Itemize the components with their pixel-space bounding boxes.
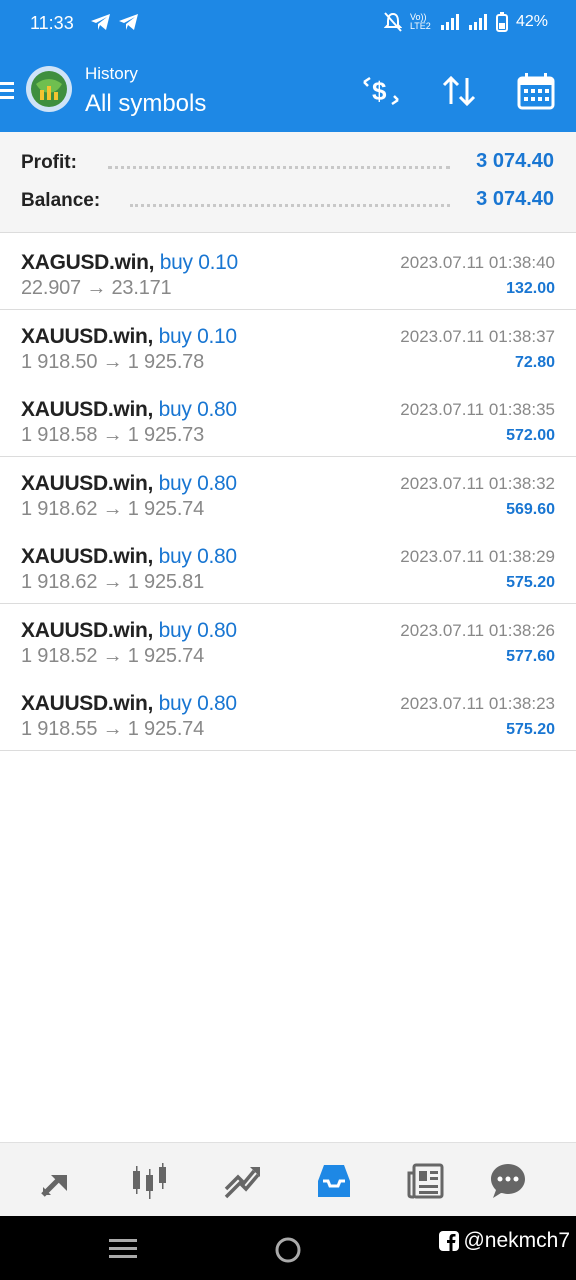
messages-icon[interactable] — [488, 1161, 528, 1201]
profit-dots — [108, 162, 450, 169]
trade-side: buy 0.10 — [159, 251, 238, 274]
symbol-text: XAUUSD.win, — [21, 325, 154, 348]
page-title[interactable]: All symbols — [85, 90, 206, 118]
network-type: Vo)) LTE2 — [409, 12, 431, 31]
telegram-icon — [119, 14, 138, 30]
trade-side: buy 0.10 — [158, 325, 237, 348]
trade-row[interactable]: XAUUSD.win, buy 0.80 1 918.55 → 1 925.74… — [0, 677, 576, 751]
symbol-text: XAGUSD.win, — [21, 251, 155, 274]
trade-time: 2023.07.11 01:38:32 — [400, 474, 555, 493]
mute-icon — [383, 12, 402, 32]
trade-row[interactable]: XAUUSD.win, buy 0.80 1 918.58 → 1 925.73… — [0, 383, 576, 457]
news-icon[interactable] — [406, 1161, 446, 1201]
trade-prices: 1 918.58 → 1 925.73 — [21, 424, 205, 446]
symbol-text: XAUUSD.win, — [21, 472, 154, 495]
watermark-text: @nekmch7 — [463, 1229, 570, 1252]
balance-value: 3 074.40 — [476, 188, 554, 210]
profit-row: Profit: 3 074.40 — [0, 148, 576, 178]
profit-label: Profit: — [21, 152, 77, 173]
balance-label: Balance: — [21, 190, 101, 211]
trade-row[interactable]: XAGUSD.win, buy 0.10 22.907 → 23.171 202… — [0, 236, 576, 310]
symbol-text: XAUUSD.win, — [21, 692, 154, 715]
trade-prices: 1 918.50 → 1 925.78 — [21, 351, 205, 373]
symbol-text: XAUUSD.win, — [21, 619, 154, 642]
trade-symbol: XAUUSD.win, buy 0.80 — [21, 619, 237, 643]
trade-symbol: XAUUSD.win, buy 0.10 — [21, 325, 237, 349]
svg-text:$: $ — [372, 76, 387, 106]
history-icon[interactable] — [314, 1161, 354, 1201]
battery-icon — [495, 12, 508, 32]
trade-symbol: XAGUSD.win, buy 0.10 — [21, 251, 238, 275]
system-nav-bar: @nekmch7 — [0, 1216, 576, 1280]
watermark: @nekmch7 — [439, 1229, 570, 1253]
status-icons: Vo)) LTE2 42% — [383, 12, 548, 32]
trade-symbol: XAUUSD.win, buy 0.80 — [21, 472, 237, 496]
status-time: 11:33 — [30, 13, 74, 33]
profit-value: 3 074.40 — [476, 150, 554, 172]
trade-icon[interactable] — [222, 1161, 262, 1201]
balance-dots — [130, 200, 450, 207]
trade-profit: 575.20 — [506, 574, 555, 591]
trade-row[interactable]: XAUUSD.win, buy 0.80 1 918.62 → 1 925.81… — [0, 530, 576, 604]
trade-time: 2023.07.11 01:38:35 — [400, 400, 555, 419]
trade-row[interactable]: XAUUSD.win, buy 0.80 1 918.52 → 1 925.74… — [0, 604, 576, 678]
battery-percent: 42% — [515, 13, 548, 30]
trade-time: 2023.07.11 01:38:26 — [400, 621, 555, 640]
trade-profit: 577.60 — [506, 648, 555, 665]
trade-row[interactable]: XAUUSD.win, buy 0.80 1 918.62 → 1 925.74… — [0, 457, 576, 531]
signal-icon — [440, 14, 459, 30]
trade-side: buy 0.80 — [158, 692, 237, 715]
trade-side: buy 0.80 — [158, 472, 237, 495]
sort-icon[interactable] — [438, 70, 480, 112]
calendar-icon[interactable] — [515, 70, 557, 112]
trade-time: 2023.07.11 01:38:37 — [400, 327, 555, 346]
quotes-icon[interactable] — [37, 1161, 77, 1201]
trade-time: 2023.07.11 01:38:23 — [400, 694, 555, 713]
trade-symbol: XAUUSD.win, buy 0.80 — [21, 692, 237, 716]
account-summary: Profit: 3 074.40 Balance: 3 074.40 — [0, 132, 576, 233]
symbol-text: XAUUSD.win, — [21, 398, 154, 421]
trade-row[interactable]: XAUUSD.win, buy 0.10 1 918.50 → 1 925.78… — [0, 310, 576, 384]
trade-profit: 72.80 — [514, 354, 555, 371]
signal-icon — [468, 14, 487, 30]
trade-profit: 569.60 — [506, 501, 555, 518]
trade-prices: 1 918.62 → 1 925.81 — [21, 571, 205, 593]
symbol-text: XAUUSD.win, — [21, 545, 154, 568]
trade-prices: 1 918.55 → 1 925.74 — [21, 718, 205, 740]
app-bar: History All symbols $ — [0, 50, 576, 132]
page-subtitle: History — [85, 64, 138, 83]
trade-prices: 1 918.62 → 1 925.74 — [21, 498, 205, 520]
trade-side: buy 0.80 — [158, 545, 237, 568]
facebook-icon — [439, 1231, 460, 1251]
trade-prices: 1 918.52 → 1 925.74 — [21, 645, 205, 667]
trade-side: buy 0.80 — [158, 398, 237, 421]
trade-profit: 132.00 — [506, 280, 555, 297]
bottom-nav — [0, 1142, 576, 1217]
home-icon[interactable] — [274, 1236, 302, 1264]
menu-icon[interactable] — [0, 80, 14, 102]
trade-prices: 22.907 → 23.171 — [21, 277, 172, 299]
chart-icon[interactable] — [130, 1161, 170, 1201]
trade-side: buy 0.80 — [158, 619, 237, 642]
recent-apps-icon[interactable] — [109, 1236, 137, 1260]
balance-row: Balance: 3 074.40 — [0, 186, 576, 216]
telegram-icon — [91, 14, 110, 30]
trade-time: 2023.07.11 01:38:29 — [400, 547, 555, 566]
status-bar: 11:33 Vo)) LTE2 42% — [0, 0, 576, 50]
trade-symbol: XAUUSD.win, buy 0.80 — [21, 545, 237, 569]
trade-profit: 575.20 — [506, 721, 555, 738]
trade-symbol: XAUUSD.win, buy 0.80 — [21, 398, 237, 422]
trade-profit: 572.00 — [506, 427, 555, 444]
trade-time: 2023.07.11 01:38:40 — [400, 253, 555, 272]
deposit-dollar-icon[interactable]: $ — [360, 70, 402, 112]
app-logo — [26, 66, 72, 112]
